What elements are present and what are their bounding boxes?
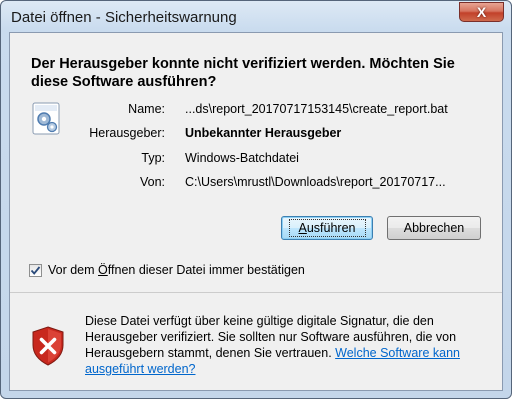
dialog-body: Der Herausgeber konnte nicht verifiziert… (9, 32, 503, 391)
info-label-type: Typ: (141, 151, 165, 165)
info-value-name: ...ds\report_20170717153145\create_repor… (185, 102, 448, 116)
close-icon: X (476, 4, 487, 20)
upper-panel: Der Herausgeber konnte nicht verifiziert… (10, 33, 502, 292)
main-instruction: Der Herausgeber konnte nicht verifiziert… (31, 56, 455, 90)
always-confirm-label: Vor dem Öffnen dieser Datei immer bestät… (48, 263, 305, 277)
info-value-from: C:\Users\mrustl\Downloads\report_2017071… (185, 175, 446, 189)
cancel-button[interactable]: Abbrechen (387, 216, 481, 240)
close-button[interactable]: X (459, 2, 504, 22)
info-label-publisher: Herausgeber: (89, 126, 165, 140)
always-confirm-checkbox[interactable] (29, 263, 42, 277)
run-button[interactable]: Ausführen (281, 216, 373, 240)
info-value-publisher: Unbekannter Herausgeber (185, 126, 342, 140)
title-bar[interactable]: Datei öffnen - Sicherheitswarnung X (1, 1, 511, 33)
security-shield-icon (32, 326, 64, 366)
checkmark-icon (30, 265, 41, 275)
run-button-label: Ausführen (288, 219, 366, 237)
footer-panel: Diese Datei verfügt über keine gültige d… (10, 293, 502, 390)
info-value-type: Windows-Batchdatei (185, 151, 299, 165)
window-title: Datei öffnen - Sicherheitswarnung (11, 9, 237, 26)
always-confirm-option[interactable]: Vor dem Öffnen dieser Datei immer bestät… (29, 262, 305, 278)
footnote: Diese Datei verfügt über keine gültige d… (85, 313, 495, 377)
info-label-name: Name: (128, 102, 165, 116)
info-label-from: Von: (139, 175, 165, 189)
security-warning-dialog: Datei öffnen - Sicherheitswarnung X Der … (0, 0, 512, 399)
